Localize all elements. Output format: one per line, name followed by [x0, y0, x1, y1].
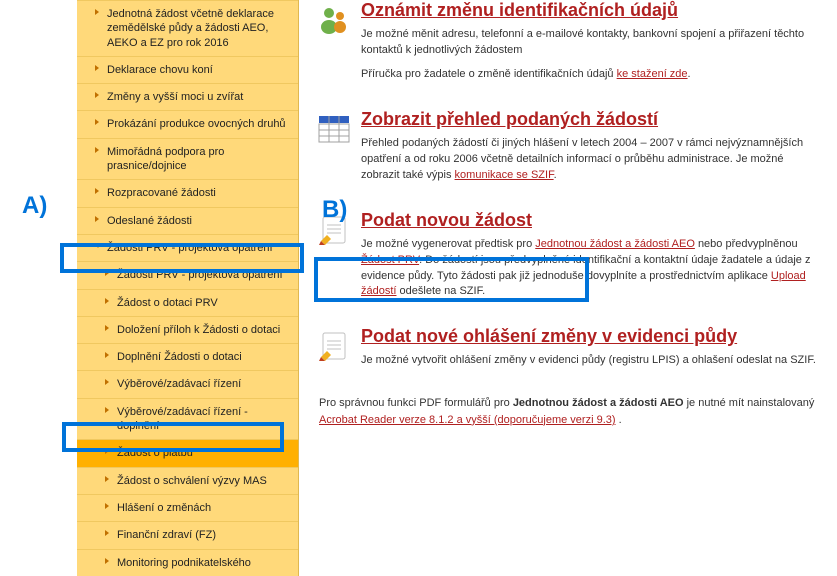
annotation-label-a: A) [22, 192, 47, 220]
sidebar-item-ovocne-druhy[interactable]: Prokázání produkce ovocných druhů [77, 110, 298, 137]
chevron-right-icon [105, 298, 109, 304]
sidebar-item-deklarace-koni[interactable]: Deklarace chovu koní [77, 56, 298, 83]
sidebar-item-hlaseni-zmench[interactable]: Hlášení o změnách [77, 494, 298, 521]
text: Přehled podaných žádostí či jiných hláše… [361, 136, 819, 184]
block-podat-ohlaseni: Podat nové ohlášení změny v evidenci půd… [317, 326, 819, 377]
sidebar-item-label: Finanční zdraví (FZ) [117, 529, 216, 541]
annotation-label-b: B) [322, 196, 347, 224]
sidebar-item-zadost-dotaci-prv[interactable]: Žádost o dotaci PRV [77, 289, 298, 316]
block-oznamit-zmenu: Oznámit změnu identifikačních údajů Je m… [317, 0, 819, 91]
link-podat-novou-zadost[interactable]: Podat novou žádost [361, 210, 532, 231]
sidebar-item-label: Doplnění Žádosti o dotaci [117, 351, 242, 363]
edit-document-icon [317, 329, 351, 363]
sidebar-item-label: Odeslané žádosti [107, 215, 192, 227]
chevron-down-icon [95, 244, 101, 248]
link-jednotnou-aeo[interactable]: Jednotnou žádost a žádosti AEO [535, 238, 695, 250]
chevron-right-icon [105, 503, 109, 509]
text: Je možné měnit adresu, telefonní a e-mai… [361, 27, 819, 59]
sidebar-item-mimoradna-podpora[interactable]: Mimořádná podpora pro prasnice/dojnice [77, 138, 298, 180]
sidebar-item-zmeny-zvirat[interactable]: Změny a vyšší moci u zvířat [77, 83, 298, 110]
sidebar-item-prv-projektova-sub[interactable]: Žádosti PRV - projektová opatření [77, 261, 298, 288]
chevron-right-icon [105, 558, 109, 564]
sidebar-item-vyberove-doplneni[interactable]: Výběrové/zadávací řízení - doplnění [77, 398, 298, 440]
chevron-right-icon [95, 119, 99, 125]
chevron-right-icon [105, 407, 109, 413]
sidebar-item-label: Mimořádná podpora pro prasnice/dojnice [107, 146, 224, 172]
chevron-right-icon [105, 325, 109, 331]
link-ke-stazeni[interactable]: ke stažení zde [617, 68, 688, 80]
bold-text: Jednotnou žádost a žádosti AEO [513, 397, 684, 409]
sidebar-item-label: Rozpracované žádosti [107, 187, 216, 199]
chevron-right-icon [95, 92, 99, 98]
chevron-right-icon [95, 9, 99, 15]
sidebar-item-schvaleni-mas[interactable]: Žádost o schválení výzvy MAS [77, 467, 298, 494]
chevron-right-icon [95, 65, 99, 71]
sidebar-item-label: Jednotná žádost včetně deklarace zeměděl… [107, 8, 274, 49]
chevron-right-icon [105, 476, 109, 482]
table-icon [317, 112, 351, 146]
sidebar-item-label: Žádosti PRV - projektová opatření [107, 242, 273, 254]
people-icon [317, 3, 351, 37]
link-komunikace-szif[interactable]: komunikace se SZIF [455, 169, 554, 181]
sidebar-item-zadost-platbu[interactable]: Žádost o platbu [77, 439, 298, 466]
sidebar-item-doplneni-zadosti[interactable]: Doplnění Žádosti o dotaci [77, 343, 298, 370]
sidebar-item-odeslane[interactable]: Odeslané žádosti [77, 207, 298, 234]
link-acrobat-reader[interactable]: Acrobat Reader verze 8.1.2 a vyšší (dopo… [319, 414, 616, 426]
text: Je možné vytvořit ohlášení změny v evide… [361, 353, 819, 369]
chevron-right-icon [95, 216, 99, 222]
sidebar-item-label: Žádost o dotaci PRV [117, 297, 218, 309]
chevron-right-icon [95, 147, 99, 153]
sidebar-item-jednotna[interactable]: Jednotná žádost včetně deklarace zeměděl… [77, 0, 298, 56]
link-podat-ohlaseni-zmeny[interactable]: Podat nové ohlášení změny v evidenci půd… [361, 326, 737, 347]
sidebar-item-label: Monitoring podnikatelského [117, 557, 251, 569]
chevron-right-icon [105, 270, 109, 276]
sidebar-item-rozpracovane[interactable]: Rozpracované žádosti [77, 179, 298, 206]
footnote: Pro správnou funkci PDF formulářů pro Je… [317, 395, 819, 428]
chevron-right-icon [105, 448, 109, 454]
sidebar-item-financni-zdravi[interactable]: Finanční zdraví (FZ) [77, 521, 298, 548]
sidebar-item-label: Změny a vyšší moci u zvířat [107, 91, 243, 103]
sidebar-item-label: Žádosti PRV - projektová opatření [117, 269, 283, 281]
block-zobrazit-prehled: Zobrazit přehled podaných žádostí Přehle… [317, 109, 819, 192]
sidebar-item-label: Hlášení o změnách [117, 502, 211, 514]
chevron-right-icon [95, 188, 99, 194]
sidebar-item-monitoring[interactable]: Monitoring podnikatelského [77, 549, 298, 576]
chevron-right-icon [105, 379, 109, 385]
sidebar-item-label: Výběrové/zadávací řízení [117, 378, 241, 390]
sidebar-nav: Jednotná žádost včetně deklarace zeměděl… [77, 0, 299, 576]
sidebar-item-vyberove-rizeni[interactable]: Výběrové/zadávací řízení [77, 370, 298, 397]
sidebar-item-label: Deklarace chovu koní [107, 64, 213, 76]
link-zobrazit-prehled[interactable]: Zobrazit přehled podaných žádostí [361, 109, 658, 130]
text: Příručka pro žadatele o změně identifika… [361, 67, 819, 83]
link-oznamit-zmenu[interactable]: Oznámit změnu identifikačních údajů [361, 0, 678, 21]
sidebar-item-prv-projektova[interactable]: Žádosti PRV - projektová opatření [77, 234, 298, 261]
chevron-right-icon [105, 352, 109, 358]
sidebar-item-label: Prokázání produkce ovocných druhů [107, 118, 286, 130]
link-zadost-prv[interactable]: Žádost PRV [361, 254, 419, 266]
sidebar-item-dolozeni-priloh[interactable]: Doložení příloh k Žádosti o dotaci [77, 316, 298, 343]
chevron-right-icon [105, 530, 109, 536]
sidebar-item-label: Doložení příloh k Žádosti o dotaci [117, 324, 280, 336]
sidebar-item-label: Výběrové/zadávací řízení - doplnění [117, 406, 248, 432]
block-podat-novou: Podat novou žádost Je možné vygenerovat … [317, 210, 819, 309]
main-content: Oznámit změnu identifikačních údajů Je m… [299, 0, 837, 576]
sidebar-item-label: Žádost o platbu [117, 447, 193, 459]
text: Je možné vygenerovat předtisk pro Jednot… [361, 237, 819, 301]
sidebar-item-label: Žádost o schválení výzvy MAS [117, 475, 267, 487]
